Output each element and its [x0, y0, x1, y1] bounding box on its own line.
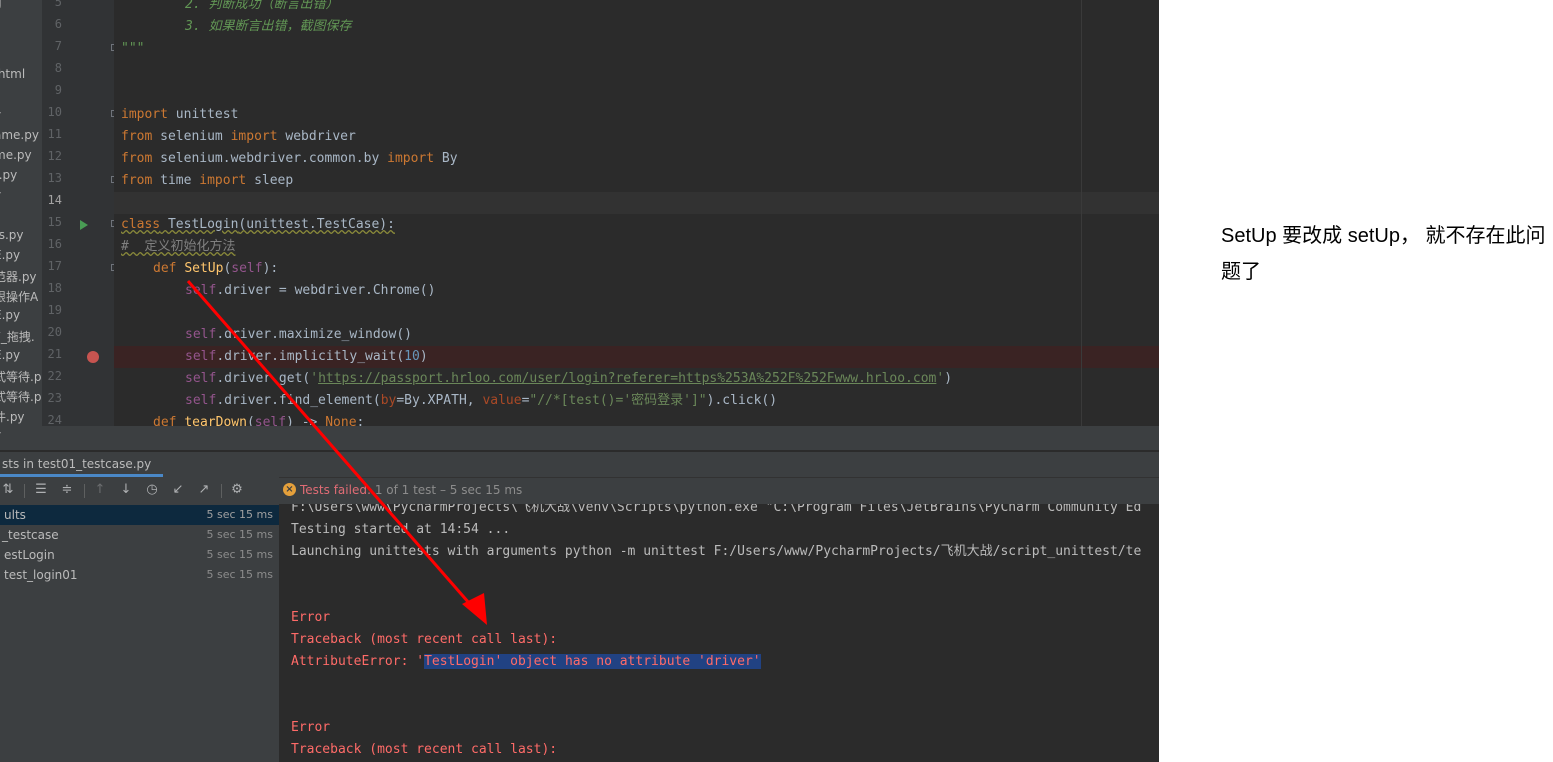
file-tree-item[interactable]: y [0, 428, 7, 442]
code-line-23: self.driver.find_element(by=By.XPATH, va… [185, 393, 778, 408]
line-number: 5 [54, 0, 62, 9]
line-number: 17 [47, 259, 62, 273]
test-tree-item-method[interactable]: test_login01 5 sec 15 ms [0, 565, 279, 585]
console-attribute-error-line: AttributeError: 'TestLogin' object has n… [291, 654, 761, 669]
line-number: 20 [47, 325, 62, 339]
console-line: Launching unittests with arguments pytho… [291, 544, 1142, 559]
import-tests-icon[interactable]: ↙ [170, 482, 186, 498]
breakpoint-icon[interactable] [87, 351, 99, 363]
code-line-20: self.driver.maximize_window() [185, 327, 412, 342]
test-tree-item-module[interactable]: _testcase 5 sec 15 ms [0, 525, 279, 545]
code-line-15: class TestLogin(unittest.TestCase): [121, 217, 395, 232]
toolbar-separator [84, 484, 85, 498]
toolbar-separator [221, 484, 222, 498]
line-number: 8 [54, 61, 62, 75]
test-tree-item-results[interactable]: ults 5 sec 15 ms [0, 505, 279, 525]
file-tree-item[interactable]: 式等待.p [0, 388, 42, 405]
code-line-17: def SetUp(self): [153, 261, 279, 276]
code-line-7: """ [121, 41, 145, 56]
code-line-5: 2. 判断成功（断言出错） [185, 0, 339, 12]
line-number: 11 [47, 127, 62, 141]
console-line: Testing started at 14:54 ... [291, 522, 511, 537]
file-tree-item[interactable]: y [0, 188, 7, 202]
file-tree-item[interactable]: E.py [0, 308, 26, 322]
line-number: 19 [47, 303, 62, 317]
expand-all-icon[interactable]: ☰ [33, 482, 49, 498]
file-tree-item[interactable]: t.py [0, 168, 23, 182]
line-number: 24 [47, 413, 62, 427]
code-line-13: from time import sleep [121, 173, 294, 188]
settings-gear-icon[interactable]: ⚙ [229, 482, 245, 498]
file-tree-item[interactable]: F_拖拽. [0, 328, 41, 345]
console-error-line: Error [291, 610, 331, 625]
history-icon[interactable]: ◷ [144, 482, 160, 498]
file-tree-item[interactable]: 范器.py [0, 268, 42, 285]
console-error-line: Traceback (most recent call last): [291, 742, 558, 757]
code-line-24: def tearDown(self) -> None: [153, 415, 365, 426]
test-status-text: Tests failed: 1 of 1 test – 5 sec 15 ms [300, 483, 523, 497]
test-tree-item-class[interactable]: estLogin 5 sec 15 ms [0, 545, 279, 565]
console-error-line: Traceback (most recent call last): [291, 632, 558, 647]
file-tree-item[interactable]: 限操作A [0, 288, 42, 305]
line-number: 9 [54, 83, 62, 97]
line-number: 12 [47, 149, 62, 163]
toolbar-separator [24, 484, 25, 498]
line-number: 13 [47, 171, 62, 185]
code-line-22: self.driver.get('https://passport.hrloo.… [185, 371, 953, 386]
line-number: 22 [47, 369, 62, 383]
file-tree-item[interactable]: E.py [0, 248, 26, 262]
line-number: 7 [54, 39, 62, 53]
line-number: 6 [54, 17, 62, 31]
collapse-all-icon[interactable]: ≑ [59, 482, 75, 498]
file-tree-item[interactable]: E.py [0, 348, 26, 362]
file-tree-item[interactable]: g [0, 0, 8, 10]
previous-failed-icon[interactable]: ↑ [92, 482, 108, 498]
run-console-output[interactable]: F:\Users\www\PycharmProjects\飞机大战\venv\S… [279, 504, 1159, 762]
file-tree-item[interactable]: .html [0, 67, 31, 81]
code-line-18: self.driver = webdriver.Chrome() [185, 283, 436, 298]
sort-icon[interactable]: ⇅ [0, 482, 16, 498]
right-margin-guide [1081, 0, 1082, 426]
line-number: 15 [47, 215, 62, 229]
code-line-16: # 定义初始化方法 [121, 239, 236, 254]
file-tree-item[interactable]: me.py [0, 148, 38, 162]
run-panel-tabbar: sts in test01_testcase.py [0, 452, 1159, 478]
file-tree-item[interactable]: 件.py [0, 408, 31, 425]
code-line-21: self.driver.implicitly_wait(10) [185, 349, 428, 364]
project-file-tree: g .html y ame.py me.py t.py y ts.py E.py… [0, 0, 42, 450]
selected-error-text[interactable]: TestLogin' object has no attribute 'driv… [424, 654, 761, 669]
file-tree-item[interactable]: 式等待.p [0, 368, 42, 385]
run-test-icon[interactable] [80, 220, 88, 230]
line-number: 23 [47, 391, 62, 405]
current-line-highlight [114, 192, 1159, 214]
export-tests-icon[interactable]: ↗ [196, 482, 212, 498]
editor-horizontal-scrollbar[interactable] [42, 426, 1159, 450]
line-number: 14 [47, 193, 62, 207]
file-tree-item[interactable]: ts.py [0, 228, 30, 242]
login-url-link[interactable]: https://passport.hrloo.com/user/login?re… [318, 371, 936, 386]
failed-icon: × [283, 483, 296, 496]
console-line: F:\Users\www\PycharmProjects\飞机大战\venv\S… [291, 504, 1142, 515]
run-toolbar: ⇅ ☰ ≑ ↑ ↓ ◷ ↙ ↗ ⚙ [0, 478, 279, 504]
code-line-6: 3. 如果断言出错，截图保存 [185, 19, 352, 34]
ide-window: g .html y ame.py me.py t.py y ts.py E.py… [0, 0, 1159, 762]
code-editor[interactable]: 2. 判断成功（断言出错） 3. 如果断言出错，截图保存 """ import … [114, 0, 1159, 426]
line-number: 21 [47, 347, 62, 361]
next-failed-icon[interactable]: ↓ [118, 482, 134, 498]
file-tree-item[interactable]: y [0, 108, 7, 122]
annotation-note: SetUp 要改成 setUp， 就不存在此问题了 [1221, 225, 1546, 283]
test-status-bar: × Tests failed: 1 of 1 test – 5 sec 15 m… [279, 478, 1159, 504]
code-line-10: import unittest [121, 107, 239, 122]
console-error-line: Error [291, 720, 331, 735]
file-tree-item[interactable]: ame.py [0, 128, 42, 142]
code-line-11: from selenium import webdriver [121, 129, 356, 144]
run-tab[interactable]: sts in test01_testcase.py [0, 452, 164, 477]
code-line-12: from selenium.webdriver.common.by import… [121, 151, 458, 166]
line-number: 18 [47, 281, 62, 295]
line-number: 10 [47, 105, 62, 119]
line-number: 16 [47, 237, 62, 251]
